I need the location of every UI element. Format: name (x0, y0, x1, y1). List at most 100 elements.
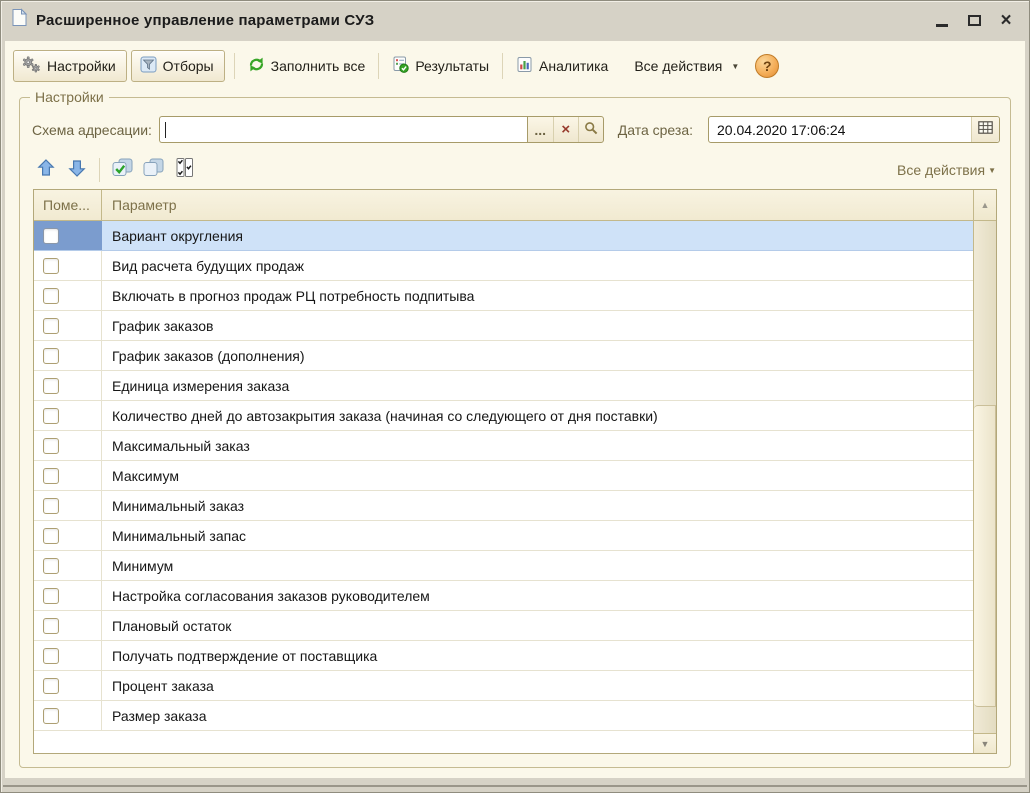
row-checkbox[interactable] (43, 228, 59, 244)
open-button[interactable] (578, 117, 603, 142)
row-parameter-label: Максимальный заказ (102, 431, 973, 460)
row-checkbox-cell[interactable] (34, 341, 102, 370)
row-checkbox[interactable] (43, 558, 59, 574)
address-scheme-input[interactable] (159, 116, 527, 143)
magnifier-icon (584, 121, 598, 138)
clear-button[interactable]: × (553, 117, 578, 142)
table-row[interactable]: Минимальный заказ (34, 491, 973, 521)
row-checkbox[interactable] (43, 318, 59, 334)
row-checkbox-cell[interactable] (34, 401, 102, 430)
check-all-icon (111, 157, 134, 183)
row-checkbox-cell[interactable] (34, 491, 102, 520)
table-row[interactable]: Процент заказа (34, 671, 973, 701)
table-row[interactable]: Количество дней до автозакрытия заказа (… (34, 401, 973, 431)
row-checkbox-cell[interactable] (34, 611, 102, 640)
row-checkbox[interactable] (43, 708, 59, 724)
window-title: Расширенное управление параметрами СУЗ (36, 12, 923, 29)
calendar-button[interactable] (971, 117, 999, 142)
row-checkbox-cell[interactable] (34, 251, 102, 280)
fill-all-button[interactable]: Заполнить все (240, 51, 374, 81)
scroll-up-button[interactable]: ▲ (974, 190, 996, 221)
settings-field-row: Схема адресации: ... × (20, 98, 1010, 147)
chevron-down-icon: ▼ (731, 62, 739, 71)
scrollbar-track[interactable] (974, 221, 996, 733)
move-up-button[interactable] (33, 158, 59, 182)
check-all-button[interactable] (109, 158, 135, 182)
row-checkbox[interactable] (43, 588, 59, 604)
uncheck-all-button[interactable] (140, 158, 166, 182)
row-parameter-label: График заказов (дополнения) (102, 341, 973, 370)
scrollbar-thumb[interactable] (974, 405, 996, 707)
row-checkbox[interactable] (43, 618, 59, 634)
row-checkbox-cell[interactable] (34, 581, 102, 610)
table-row[interactable]: Размер заказа (34, 701, 973, 731)
table-row[interactable]: Единица измерения заказа (34, 371, 973, 401)
maximize-button[interactable] (963, 9, 985, 31)
row-parameter-label: Единица измерения заказа (102, 371, 973, 400)
table-row[interactable]: Получать подтверждение от поставщика (34, 641, 973, 671)
table-row[interactable]: Вариант округления (34, 221, 973, 251)
table-row[interactable]: Минимальный запас (34, 521, 973, 551)
table-row[interactable]: График заказов (дополнения) (34, 341, 973, 371)
row-checkbox-cell[interactable] (34, 221, 102, 250)
row-checkbox-cell[interactable] (34, 311, 102, 340)
row-checkbox-cell[interactable] (34, 551, 102, 580)
row-parameter-label: Процент заказа (102, 671, 973, 700)
row-checkbox[interactable] (43, 258, 59, 274)
row-parameter-label: Настройка согласования заказов руководит… (102, 581, 973, 610)
table-row[interactable]: Настройка согласования заказов руководит… (34, 581, 973, 611)
titlebar[interactable]: Расширенное управление параметрами СУЗ × (1, 1, 1029, 39)
row-checkbox[interactable] (43, 288, 59, 304)
address-scheme-buttons: ... × (527, 116, 604, 143)
row-checkbox[interactable] (43, 498, 59, 514)
table-row[interactable]: Вид расчета будущих продаж (34, 251, 973, 281)
row-checkbox-cell[interactable] (34, 641, 102, 670)
row-checkbox[interactable] (43, 378, 59, 394)
scroll-down-icon: ▼ (981, 739, 990, 749)
fill-all-button-label: Заполнить все (271, 58, 366, 74)
settings-button[interactable]: Настройки (13, 50, 127, 82)
row-checkbox-cell[interactable] (34, 371, 102, 400)
parameters-table-wrap: Поме... Параметр Вариант округления Вид … (33, 189, 997, 754)
table-row[interactable]: График заказов (34, 311, 973, 341)
table-row[interactable]: Плановый остаток (34, 611, 973, 641)
vertical-scrollbar[interactable]: ▲ ▼ (973, 190, 996, 753)
uncheck-all-icon (142, 157, 165, 183)
invert-check-button[interactable] (171, 158, 197, 182)
date-slice-input[interactable]: 20.04.2020 17:06:24 (708, 116, 1000, 143)
row-checkbox[interactable] (43, 648, 59, 664)
row-checkbox-cell[interactable] (34, 461, 102, 490)
filters-button[interactable]: Отборы (131, 50, 225, 82)
table-row[interactable]: Минимум (34, 551, 973, 581)
table-row[interactable]: Максимум (34, 461, 973, 491)
all-actions-dropdown[interactable]: Все действия ▼ (626, 53, 747, 79)
row-checkbox[interactable] (43, 408, 59, 424)
row-checkbox[interactable] (43, 468, 59, 484)
row-checkbox[interactable] (43, 348, 59, 364)
main-toolbar: Настройки Отборы (5, 41, 1025, 87)
close-button[interactable]: × (995, 9, 1017, 31)
row-checkbox-cell[interactable] (34, 281, 102, 310)
table-row[interactable]: Максимальный заказ (34, 431, 973, 461)
help-button[interactable]: ? (755, 54, 779, 78)
move-down-button[interactable] (64, 158, 90, 182)
list-all-actions-dropdown[interactable]: Все действия ▼ (897, 162, 996, 178)
row-checkbox-cell[interactable] (34, 701, 102, 730)
minimize-button[interactable] (931, 9, 953, 31)
table-row[interactable]: Включать в прогноз продаж РЦ потребность… (34, 281, 973, 311)
scroll-down-button[interactable]: ▼ (974, 733, 996, 753)
column-header-checked[interactable]: Поме... (34, 190, 102, 220)
choose-button[interactable]: ... (528, 117, 553, 142)
results-button[interactable]: Результаты (384, 51, 497, 81)
analytics-button[interactable]: Аналитика (508, 51, 616, 81)
client-area: Настройки Отборы (5, 41, 1025, 778)
row-checkbox-cell[interactable] (34, 521, 102, 550)
row-checkbox-cell[interactable] (34, 671, 102, 700)
row-checkbox[interactable] (43, 528, 59, 544)
row-checkbox-cell[interactable] (34, 431, 102, 460)
table-header: Поме... Параметр (34, 190, 973, 221)
row-checkbox[interactable] (43, 678, 59, 694)
column-header-parameter[interactable]: Параметр (102, 190, 973, 220)
row-checkbox[interactable] (43, 438, 59, 454)
help-icon: ? (763, 58, 772, 74)
